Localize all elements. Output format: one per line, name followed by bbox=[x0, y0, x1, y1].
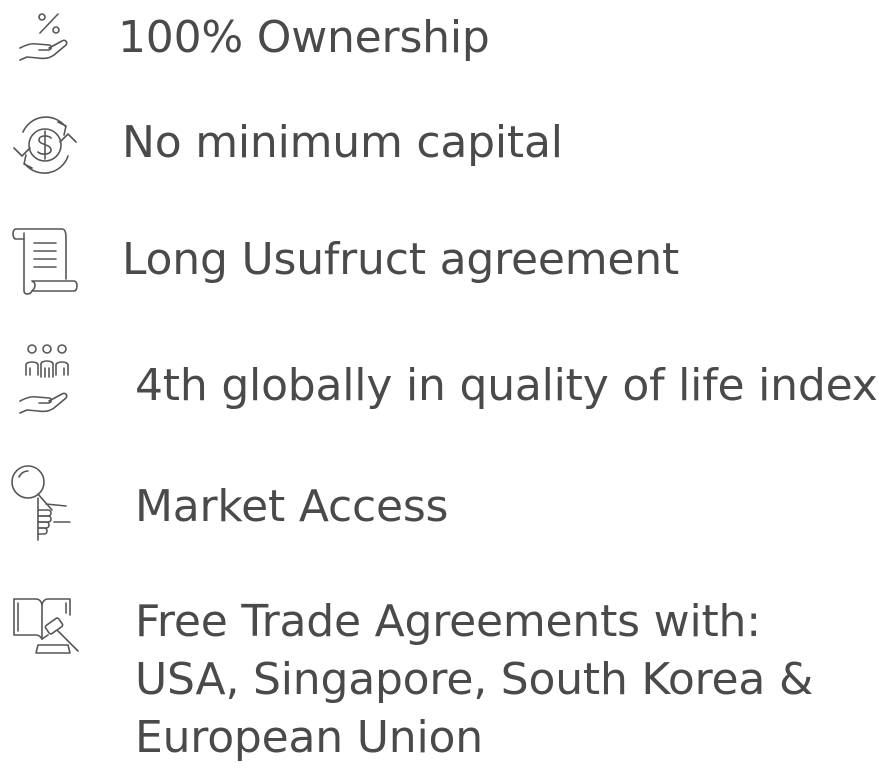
benefit-label: No minimum capital bbox=[122, 117, 563, 168]
benefit-label-line: European Union bbox=[135, 712, 483, 763]
benefit-label-line: USA, Singapore, South Korea & bbox=[135, 654, 814, 705]
benefit-label-line: Free Trade Agreements with: bbox=[135, 596, 761, 647]
people-hand-icon bbox=[18, 343, 76, 417]
benefit-label: 4th globally in quality of life index bbox=[135, 360, 878, 411]
benefit-usufruct: Long Usufruct agreement bbox=[0, 215, 891, 305]
benefit-label: Market Access bbox=[135, 481, 449, 532]
benefit-market-access: Market Access bbox=[0, 450, 891, 550]
benefit-ownership: 100% Ownership bbox=[0, 0, 891, 80]
magnifier-hand-icon bbox=[8, 462, 80, 544]
scroll-document-icon bbox=[10, 225, 80, 297]
percent-hand-icon bbox=[18, 12, 72, 62]
benefit-label: 100% Ownership bbox=[118, 12, 490, 63]
dollar-cycle-icon bbox=[10, 110, 80, 180]
benefit-capital: No minimum capital bbox=[0, 100, 891, 190]
benefit-quality-of-life: 4th globally in quality of life index bbox=[0, 335, 891, 425]
benefit-label: Free Trade Agreements with: USA, Singapo… bbox=[135, 593, 813, 767]
law-book-gavel-icon bbox=[12, 595, 84, 657]
benefit-label: Long Usufruct agreement bbox=[122, 234, 680, 285]
benefit-list: 100% Ownership No minimum capital Long U… bbox=[0, 0, 891, 776]
benefit-free-trade-agreements: Free Trade Agreements with: USA, Singapo… bbox=[0, 585, 891, 775]
